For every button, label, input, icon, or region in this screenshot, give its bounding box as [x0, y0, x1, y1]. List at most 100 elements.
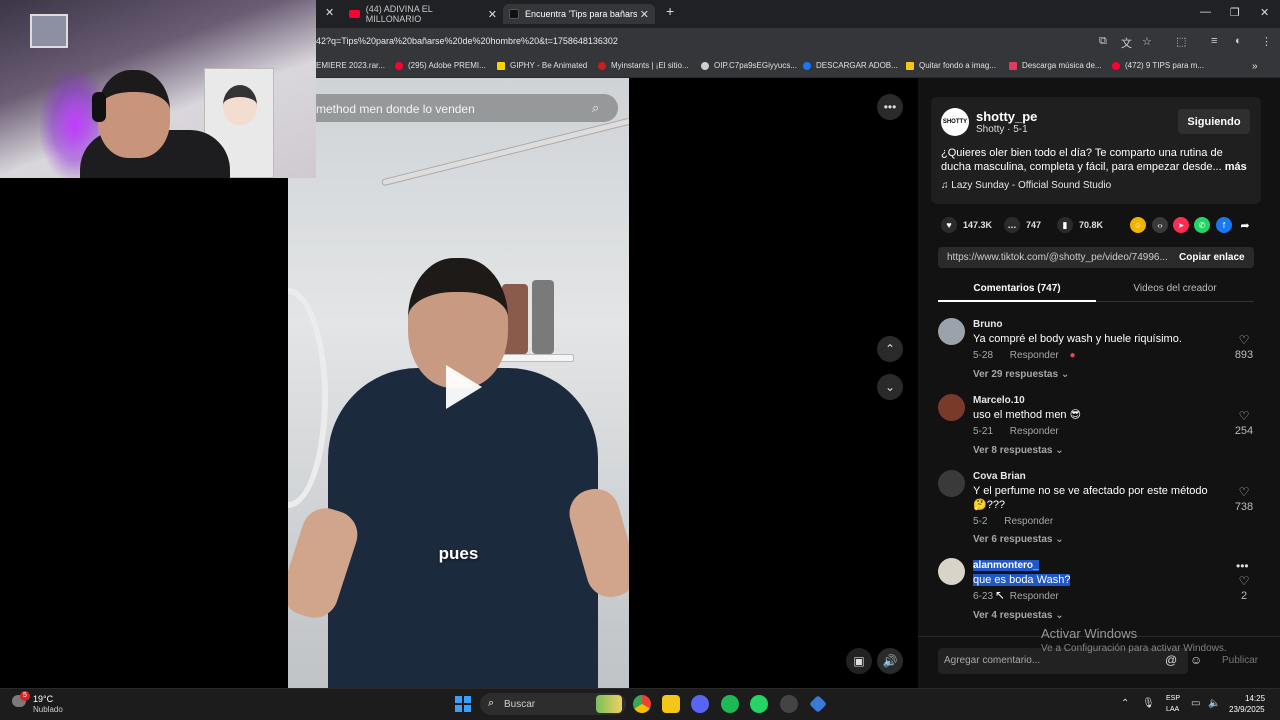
bookmark-item[interactable]: EMIERE 2023.rar... — [316, 61, 385, 70]
profile-icon[interactable]: ◐ — [1235, 35, 1242, 47]
send-icon[interactable]: ➤ — [1173, 217, 1189, 233]
more-options-icon[interactable]: ••• — [877, 94, 903, 120]
reply-button[interactable]: Responder — [1004, 516, 1053, 527]
following-button[interactable]: Siguiendo — [1178, 109, 1250, 134]
comment-stat[interactable]: … 747 — [1004, 217, 1041, 233]
comment-like[interactable]: ♡ 254 — [1232, 409, 1256, 437]
window-close-icon[interactable]: ✕ — [1260, 6, 1269, 19]
view-replies-button[interactable]: Ver 8 respuestas ⌄ — [973, 445, 1064, 456]
bookmark-icon[interactable]: ▮ — [1057, 217, 1073, 233]
bookmark-item[interactable]: (295) Adobe PREMI... — [395, 61, 486, 70]
bookmark-item[interactable]: GIPHY - Be Animated — [497, 61, 587, 70]
url-text[interactable]: 42?q=Tips%20para%20bañarse%20de%20hombre… — [316, 36, 618, 46]
mention-icon[interactable]: @ — [1165, 653, 1177, 667]
comment-username[interactable]: alanmontero_ — [973, 560, 1039, 571]
tab-comments[interactable]: Comentarios (747) — [938, 283, 1096, 294]
reply-button[interactable]: Responder — [1010, 350, 1059, 361]
taskbar-search-label[interactable]: Buscar — [504, 699, 535, 710]
language-code[interactable]: ESP — [1166, 695, 1180, 702]
creator-avatar[interactable]: SHOTTY — [941, 108, 969, 136]
bookmark-item[interactable]: DESCARGAR ADOB... — [803, 61, 898, 70]
search-icon[interactable]: ⌕ — [488, 697, 494, 710]
video-player[interactable]: method men donde lo venden ⌕ pues — [288, 78, 629, 688]
bookmark-item[interactable]: Myinstants | ¡El sitio... — [598, 61, 689, 70]
restore-icon[interactable]: ❐ — [1230, 6, 1240, 19]
tab-close-icon[interactable]: ✕ — [325, 6, 334, 19]
creator-username[interactable]: shotty_pe — [976, 109, 1037, 124]
chevron-down-icon[interactable]: ⌄ — [877, 374, 903, 400]
comment-like[interactable]: ♡ 893 — [1232, 333, 1256, 361]
spotify-icon[interactable] — [721, 695, 739, 713]
pip-icon[interactable]: ▣ — [846, 648, 872, 674]
new-tab-icon[interactable]: + — [666, 3, 674, 19]
play-icon[interactable] — [446, 365, 482, 409]
share-icon[interactable]: ➦ — [1237, 217, 1253, 233]
heart-icon[interactable]: ♡ — [1232, 574, 1256, 588]
whatsapp-icon[interactable] — [750, 695, 768, 713]
chrome-icon[interactable] — [633, 695, 651, 713]
avatar[interactable] — [938, 394, 965, 421]
video-search-text[interactable]: method men donde lo venden — [316, 102, 475, 116]
display-icon[interactable]: ▭ — [1191, 698, 1200, 709]
clock-date[interactable]: 23/9/2025 — [1229, 705, 1265, 714]
bookmark-item[interactable]: Descarga música de... — [1009, 61, 1102, 70]
more-link[interactable]: más — [1225, 161, 1247, 173]
comment-like[interactable]: ♡ 738 — [1232, 485, 1256, 513]
whatsapp-icon[interactable]: ✆ — [1194, 217, 1210, 233]
comment-username[interactable]: Cova Brian — [973, 471, 1026, 482]
comment-placeholder[interactable]: Agregar comentario... — [944, 655, 1040, 666]
keyboard-layout[interactable]: LAA — [1166, 706, 1179, 713]
clock-time[interactable]: 14:25 — [1245, 694, 1265, 703]
comment-icon[interactable]: … — [1004, 217, 1020, 233]
translate-icon[interactable]: 文 — [1121, 35, 1132, 51]
comment-username[interactable]: Bruno — [973, 319, 1002, 330]
tab-close-icon[interactable]: ✕ — [640, 8, 649, 21]
view-replies-button[interactable]: Ver 4 respuestas ⌄ — [973, 610, 1064, 621]
save-stat[interactable]: ▮ 70.8K — [1057, 217, 1103, 233]
tab-tiktok[interactable]: Encuentra 'Tips para bañarse d ✕ — [503, 4, 655, 24]
reply-button[interactable]: Responder — [1010, 426, 1059, 437]
video-link[interactable]: https://www.tiktok.com/@shotty_pe/video/… — [947, 252, 1168, 263]
avatar[interactable] — [938, 470, 965, 497]
weather-temperature[interactable]: 19°C — [33, 694, 53, 704]
menu-icon[interactable]: ⋮ — [1261, 35, 1272, 48]
facebook-icon[interactable]: f — [1216, 217, 1232, 233]
heart-icon[interactable]: ♡ — [1232, 485, 1256, 499]
windows-start-icon[interactable] — [455, 696, 471, 712]
install-icon[interactable]: ⧉ — [1099, 35, 1107, 48]
file-explorer-icon[interactable] — [662, 695, 680, 713]
like-stat[interactable]: ♥ 147.3K — [941, 217, 992, 233]
media-icon[interactable]: ≡ — [1211, 35, 1217, 47]
music-info[interactable]: ♫ Lazy Sunday - Official Sound Studio — [941, 180, 1111, 191]
tab-youtube[interactable]: (44) ADIVINA EL MILLONARIO ✕ — [349, 4, 497, 24]
copy-link-button[interactable]: Copiar enlace — [1179, 252, 1245, 263]
heart-icon[interactable]: ♥ — [941, 217, 957, 233]
avatar[interactable] — [938, 318, 965, 345]
comment-username[interactable]: Marcelo.10 — [973, 395, 1025, 406]
tray-chevron-icon[interactable]: ⌃ — [1121, 698, 1129, 709]
publish-button[interactable]: Publicar — [1222, 655, 1258, 666]
chevron-up-icon[interactable]: ⌃ — [877, 336, 903, 362]
reply-button[interactable]: Responder — [1010, 591, 1059, 602]
volume-icon[interactable]: 🔈 — [1208, 698, 1220, 709]
minimize-icon[interactable]: — — [1200, 6, 1211, 18]
avatar[interactable] — [938, 558, 965, 585]
weather-description[interactable]: Nublado — [33, 705, 63, 714]
more-bookmarks-icon[interactable]: » — [1252, 61, 1258, 72]
obs-icon[interactable] — [780, 695, 798, 713]
tab-close-icon[interactable]: ✕ — [488, 8, 497, 21]
heart-icon[interactable]: ♡ — [1232, 333, 1256, 347]
bookmark-item[interactable]: OIP.C7pa9sEGiyyucs... — [701, 61, 797, 70]
coin-icon[interactable]: ☺ — [1130, 217, 1146, 233]
embed-icon[interactable]: ‹› — [1152, 217, 1168, 233]
bookmark-item[interactable]: Quitar fondo a imag... — [906, 61, 996, 70]
heart-icon[interactable]: ♡ — [1232, 409, 1256, 423]
view-replies-button[interactable]: Ver 29 respuestas ⌄ — [973, 369, 1069, 380]
bookmark-item[interactable]: (472) 9 TIPS para m... — [1112, 61, 1204, 70]
search-icon[interactable]: ⌕ — [592, 100, 599, 116]
bookmark-star-icon[interactable]: ☆ — [1142, 35, 1152, 48]
volume-icon[interactable]: 🔊 — [877, 648, 903, 674]
tab-creator-videos[interactable]: Videos del creador — [1096, 283, 1254, 294]
comment-more-icon[interactable]: ••• — [1236, 559, 1249, 573]
view-replies-button[interactable]: Ver 6 respuestas ⌄ — [973, 534, 1064, 545]
